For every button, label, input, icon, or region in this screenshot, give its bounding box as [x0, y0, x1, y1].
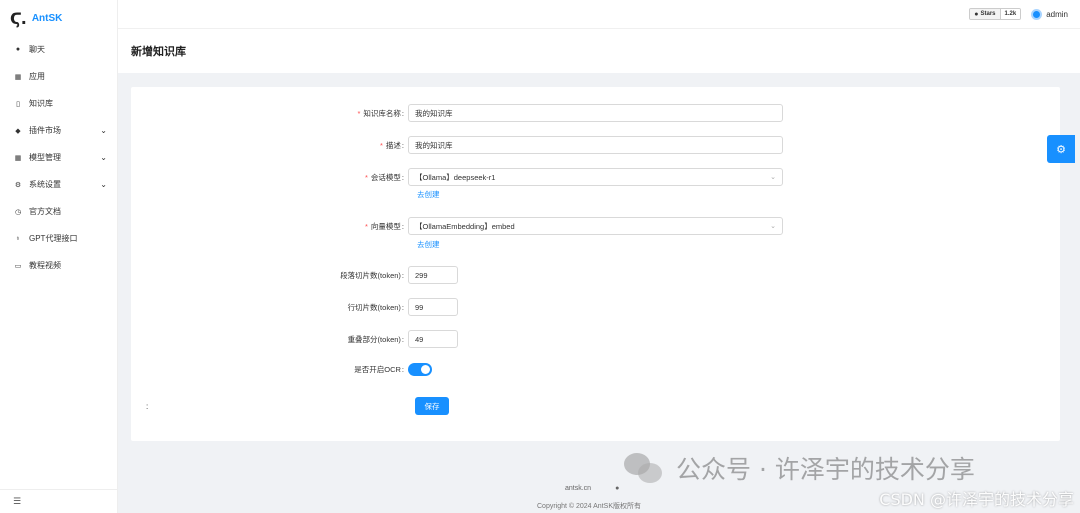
chevron-down-icon: ⌄	[100, 126, 107, 135]
chevron-down-icon: ⌄	[100, 180, 107, 189]
chevron-down-icon: ⌄	[100, 153, 107, 162]
line-tokens-label: 行切片数(token):	[347, 302, 404, 312]
ocr-toggle[interactable]	[408, 363, 432, 376]
username: admin	[1046, 9, 1068, 19]
footer-links: antsk.cn ●	[565, 485, 619, 492]
dropbox-icon: ◆	[15, 127, 21, 135]
line-tokens-input[interactable]: 99	[408, 298, 458, 316]
form-row-name: * 知识库名称: 我的知识库	[131, 104, 1060, 122]
page-title: 新增知识库	[131, 46, 186, 58]
avatar	[1031, 8, 1043, 20]
topbar: ● Stars 1.2k admin	[118, 0, 1080, 29]
chevron-down-icon: ⌄	[770, 223, 776, 230]
sidebar-item-1[interactable]: ▦ 应用	[0, 63, 117, 90]
github-icon: ●	[974, 10, 979, 18]
csdn-watermark: CSDN @许泽宇的技术分享	[879, 490, 1074, 509]
clock-icon: ◷	[14, 208, 22, 216]
app-name: AntSK	[31, 12, 63, 24]
github-stars-count: 1.2k	[999, 9, 1021, 19]
github-icon[interactable]: ●	[615, 485, 619, 492]
kb-form-card: * 知识库名称: 我的知识库 * 描述: 我的知识库 * 会话模型: 【Ollama】…	[131, 87, 1060, 441]
sidebar-item-label: 聊天	[29, 45, 45, 54]
logo-mark-icon: Ϛ.	[10, 8, 27, 28]
create-embedding-model-link[interactable]: 去创建	[417, 239, 440, 250]
sidebar-item-7[interactable]: ♁ GPT代理接口	[0, 225, 117, 252]
paragraph-tokens-input[interactable]: 299	[408, 266, 458, 284]
copyright-text: Copyright © 2024 AntSK版权所有	[537, 503, 641, 510]
chat-model-select[interactable]: 【Ollama】deepseek-r1 ⌄	[408, 168, 783, 186]
save-button[interactable]: 保存	[415, 397, 449, 415]
create-chat-model-link[interactable]: 去创建	[417, 189, 440, 200]
gear-icon: ⚙	[1056, 143, 1066, 156]
sidebar-item-label: 教程视频	[29, 261, 61, 270]
sidebar-item-label: 官方文档	[29, 207, 61, 216]
embedding-model-select[interactable]: 【OllamaEmbedding】embed ⌄	[408, 217, 783, 235]
sidebar-item-label: 模型管理	[29, 153, 61, 162]
name-label: * 知识库名称:	[357, 108, 404, 118]
form-row-paragraph-tokens: 段落切片数(token): 299	[131, 266, 1060, 284]
settings-icon: ⚙	[14, 181, 22, 189]
form-row-embedding-model: * 向量模型: 【OllamaEmbedding】embed ⌄	[131, 217, 1060, 235]
embedding-model-value: 【OllamaEmbedding】embed	[415, 221, 515, 231]
bulb-icon: ♁	[15, 235, 21, 242]
watermark-text: 公众号 · 许泽宇的技术分享	[676, 455, 975, 484]
sidebar-item-label: 知识库	[29, 99, 53, 108]
page-header: 新增知识库	[118, 29, 1080, 73]
book-icon: ▯	[16, 100, 20, 108]
description-input[interactable]: 我的知识库	[408, 136, 783, 154]
grid-icon: ▦	[14, 154, 22, 162]
sidebar-menu: ● 聊天 ▦ 应用 ▯ 知识库 ◆ 插件市场 ⌄ ▦ 模型管理 ⌄ ⚙ 系统设置 ⌄ ◷ 官方文档 ♁ GPT代理接…	[0, 36, 117, 279]
settings-drawer-button[interactable]: ⚙	[1047, 135, 1075, 163]
overlap-tokens-label: 重叠部分(token):	[347, 334, 404, 344]
ocr-label: 是否开启OCR:	[354, 365, 404, 374]
sidebar-item-0[interactable]: ● 聊天	[0, 36, 117, 63]
user-menu[interactable]: admin	[1031, 8, 1068, 20]
overlap-tokens-input[interactable]: 49	[408, 330, 458, 348]
chat-model-value: 【Ollama】deepseek-r1	[415, 172, 496, 182]
github-stars-badge[interactable]: ● Stars 1.2k	[969, 8, 1022, 20]
kb-name-input[interactable]: 我的知识库	[408, 104, 783, 122]
toggle-knob	[421, 365, 430, 374]
sidebar-item-label: 系统设置	[29, 180, 61, 189]
embedding-model-label: * 向量模型:	[364, 221, 404, 231]
form-row-description: * 描述: 我的知识库	[131, 136, 1060, 154]
menu-collapse-icon[interactable]: ☰	[0, 489, 118, 513]
form-row-overlap-tokens: 重叠部分(token): 49	[131, 330, 1060, 348]
video-icon: ▭	[14, 262, 22, 270]
chat-model-label: * 会话模型:	[364, 172, 404, 182]
sidebar-item-label: 插件市场	[29, 126, 61, 135]
form-row-chat-model: * 会话模型: 【Ollama】deepseek-r1 ⌄	[131, 168, 1060, 186]
empty-label-colon: :	[146, 402, 149, 411]
wechat-watermark: 公众号 · 许泽宇的技术分享	[624, 450, 975, 486]
footer-site-link[interactable]: antsk.cn	[565, 485, 591, 492]
sidebar-item-8[interactable]: ▭ 教程视频	[0, 252, 117, 279]
sidebar-item-label: GPT代理接口	[29, 234, 78, 243]
form-row-line-tokens: 行切片数(token): 99	[131, 298, 1060, 316]
sidebar-item-4[interactable]: ▦ 模型管理 ⌄	[0, 144, 117, 171]
sidebar-item-label: 应用	[29, 72, 45, 81]
sidebar-item-3[interactable]: ◆ 插件市场 ⌄	[0, 117, 117, 144]
sidebar-item-5[interactable]: ⚙ 系统设置 ⌄	[0, 171, 117, 198]
apps-icon: ▦	[14, 73, 22, 81]
sidebar-item-2[interactable]: ▯ 知识库	[0, 90, 117, 117]
chat-icon: ●	[15, 46, 21, 53]
chevron-down-icon: ⌄	[770, 174, 776, 181]
github-stars-label: Stars	[980, 11, 996, 17]
wechat-logo-icon	[624, 451, 666, 485]
app-logo[interactable]: Ϛ. AntSK	[0, 0, 117, 36]
paragraph-tokens-label: 段落切片数(token):	[340, 270, 404, 280]
sidebar: Ϛ. AntSK ● 聊天 ▦ 应用 ▯ 知识库 ◆ 插件市场 ⌄ ▦ 模型管理 ⌄ ⚙ 系统设置 ⌄ ◷ 官方…	[0, 0, 118, 513]
description-label: * 描述:	[379, 140, 404, 150]
form-row-ocr: 是否开启OCR:	[131, 363, 1060, 376]
sidebar-item-6[interactable]: ◷ 官方文档	[0, 198, 117, 225]
